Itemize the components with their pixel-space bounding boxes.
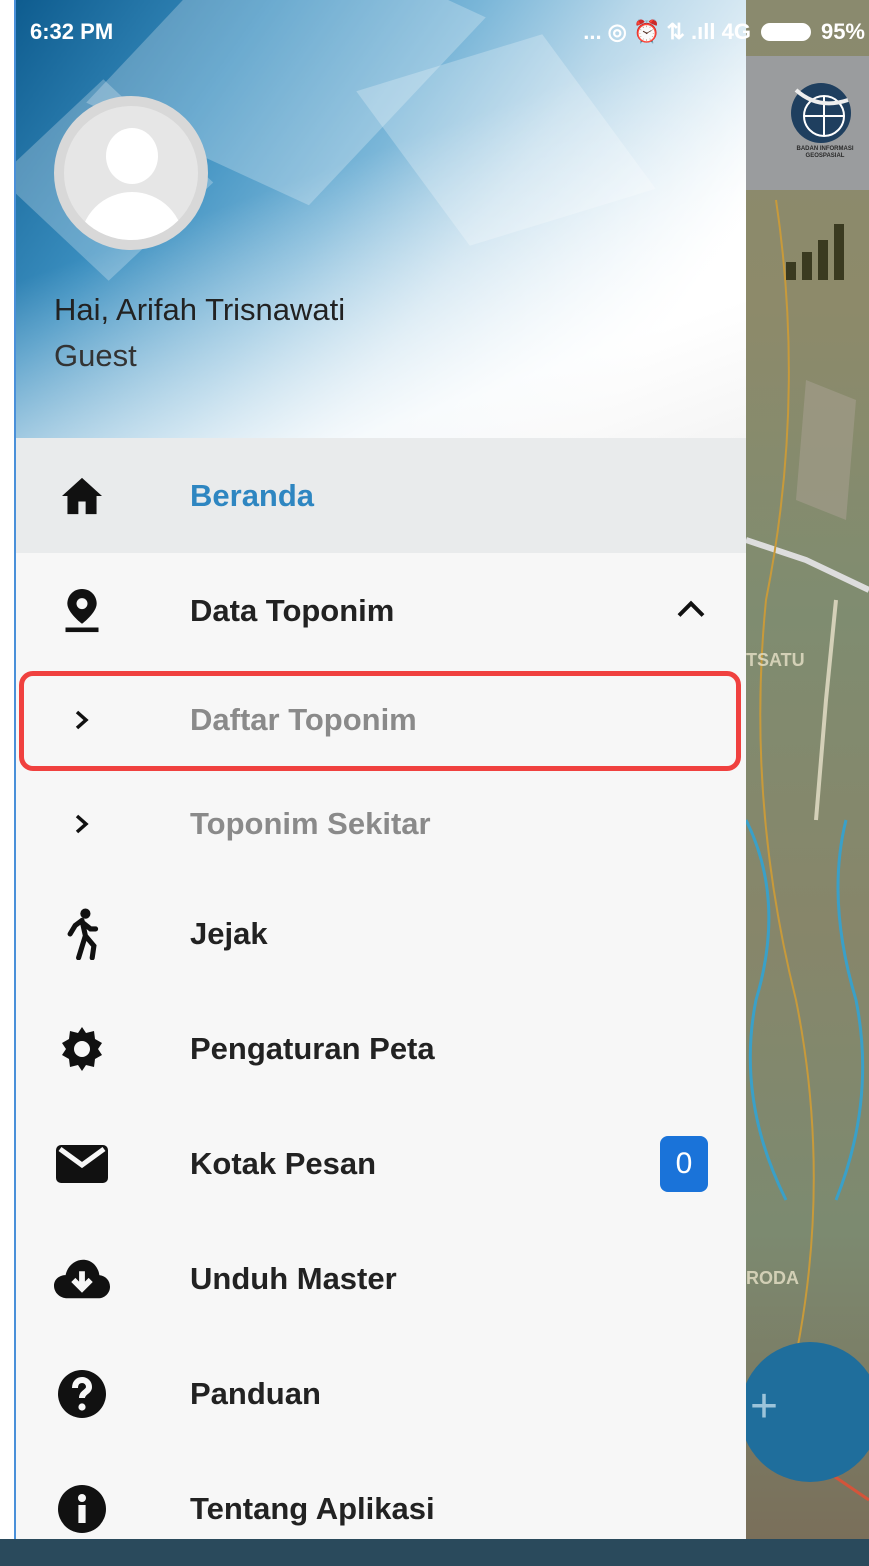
menu-item-beranda[interactable]: Beranda <box>16 438 746 553</box>
home-icon <box>54 468 110 524</box>
status-time: 6:32 PM <box>30 19 114 44</box>
user-role: Guest <box>54 338 137 373</box>
menu-item-label: Data Toponim <box>190 592 395 628</box>
menu-item-panduan[interactable]: Panduan <box>16 1336 746 1451</box>
menu-item-daftar-toponim[interactable]: Daftar Toponim <box>16 668 746 772</box>
chevron-right-icon <box>54 796 110 852</box>
navigation-drawer: Hai, Arifah Trisnawati Guest Beranda Dat… <box>16 0 746 1539</box>
status-indicators: ... ◎ ⏰ ⇅ .ıll 4G 95% <box>583 19 865 45</box>
user-greeting: Hai, Arifah Trisnawati <box>54 292 346 327</box>
status-icons: ... ◎ ⏰ ⇅ .ıll 4G <box>583 19 751 44</box>
menu-item-label: Panduan <box>190 1375 321 1411</box>
add-fab-button[interactable]: + <box>746 1342 869 1482</box>
menu-item-label: Pengaturan Peta <box>190 1030 435 1066</box>
help-question-icon <box>54 1366 110 1422</box>
menu-item-label: Unduh Master <box>190 1260 397 1296</box>
menu-item-label: Daftar Toponim <box>190 702 417 737</box>
info-icon <box>54 1481 110 1537</box>
message-count-badge: 0 <box>660 1135 708 1192</box>
menu-item-label: Tentang Aplikasi <box>190 1490 435 1526</box>
avatar-body-icon <box>80 192 184 240</box>
menu-item-label: Jejak <box>190 915 268 951</box>
map-pin-icon <box>54 583 110 639</box>
globe-logo-icon <box>791 83 851 143</box>
battery-level: 95% <box>820 19 865 44</box>
signal-strength-icon <box>786 224 844 280</box>
avatar-head-icon <box>106 128 158 184</box>
menu-item-data-toponim[interactable]: Data Toponim <box>16 553 746 668</box>
menu-item-label: Kotak Pesan <box>190 1145 377 1181</box>
menu-item-pengaturan-peta[interactable]: Pengaturan Peta <box>16 991 746 1106</box>
battery-icon <box>760 23 811 41</box>
menu-item-label: Beranda <box>190 477 315 513</box>
menu-item-jejak[interactable]: Jejak <box>16 876 746 991</box>
frame-border <box>0 0 16 1539</box>
walking-person-icon <box>54 906 110 962</box>
gear-icon <box>54 1021 110 1077</box>
cloud-download-icon <box>54 1251 110 1307</box>
map-background: BADAN INFORMASI GEOSPASIAL TSATU RODA + <box>746 0 869 1539</box>
map-place-label: TSATU <box>746 650 805 670</box>
menu-item-toponim-sekitar[interactable]: Toponim Sekitar <box>16 772 746 876</box>
envelope-icon <box>54 1136 110 1192</box>
drawer-menu: Beranda Data Toponim Daftar Toponim Topo… <box>16 438 746 1566</box>
menu-item-kotak-pesan[interactable]: Kotak Pesan 0 <box>16 1106 746 1221</box>
menu-item-label: Toponim Sekitar <box>190 806 431 841</box>
avatar[interactable] <box>54 96 208 250</box>
map-place-label: RODA <box>746 1268 799 1288</box>
status-bar: 6:32 PM ... ◎ ⏰ ⇅ .ıll 4G 95% <box>16 7 869 56</box>
menu-item-unduh-master[interactable]: Unduh Master <box>16 1221 746 1336</box>
chevron-up-icon[interactable] <box>676 598 706 623</box>
logo-text: BADAN INFORMASI GEOSPASIAL <box>796 146 854 159</box>
chevron-right-icon <box>54 692 110 748</box>
drawer-header: Hai, Arifah Trisnawati Guest <box>16 0 746 438</box>
menu-item-tentang-aplikasi[interactable]: Tentang Aplikasi <box>16 1451 746 1566</box>
